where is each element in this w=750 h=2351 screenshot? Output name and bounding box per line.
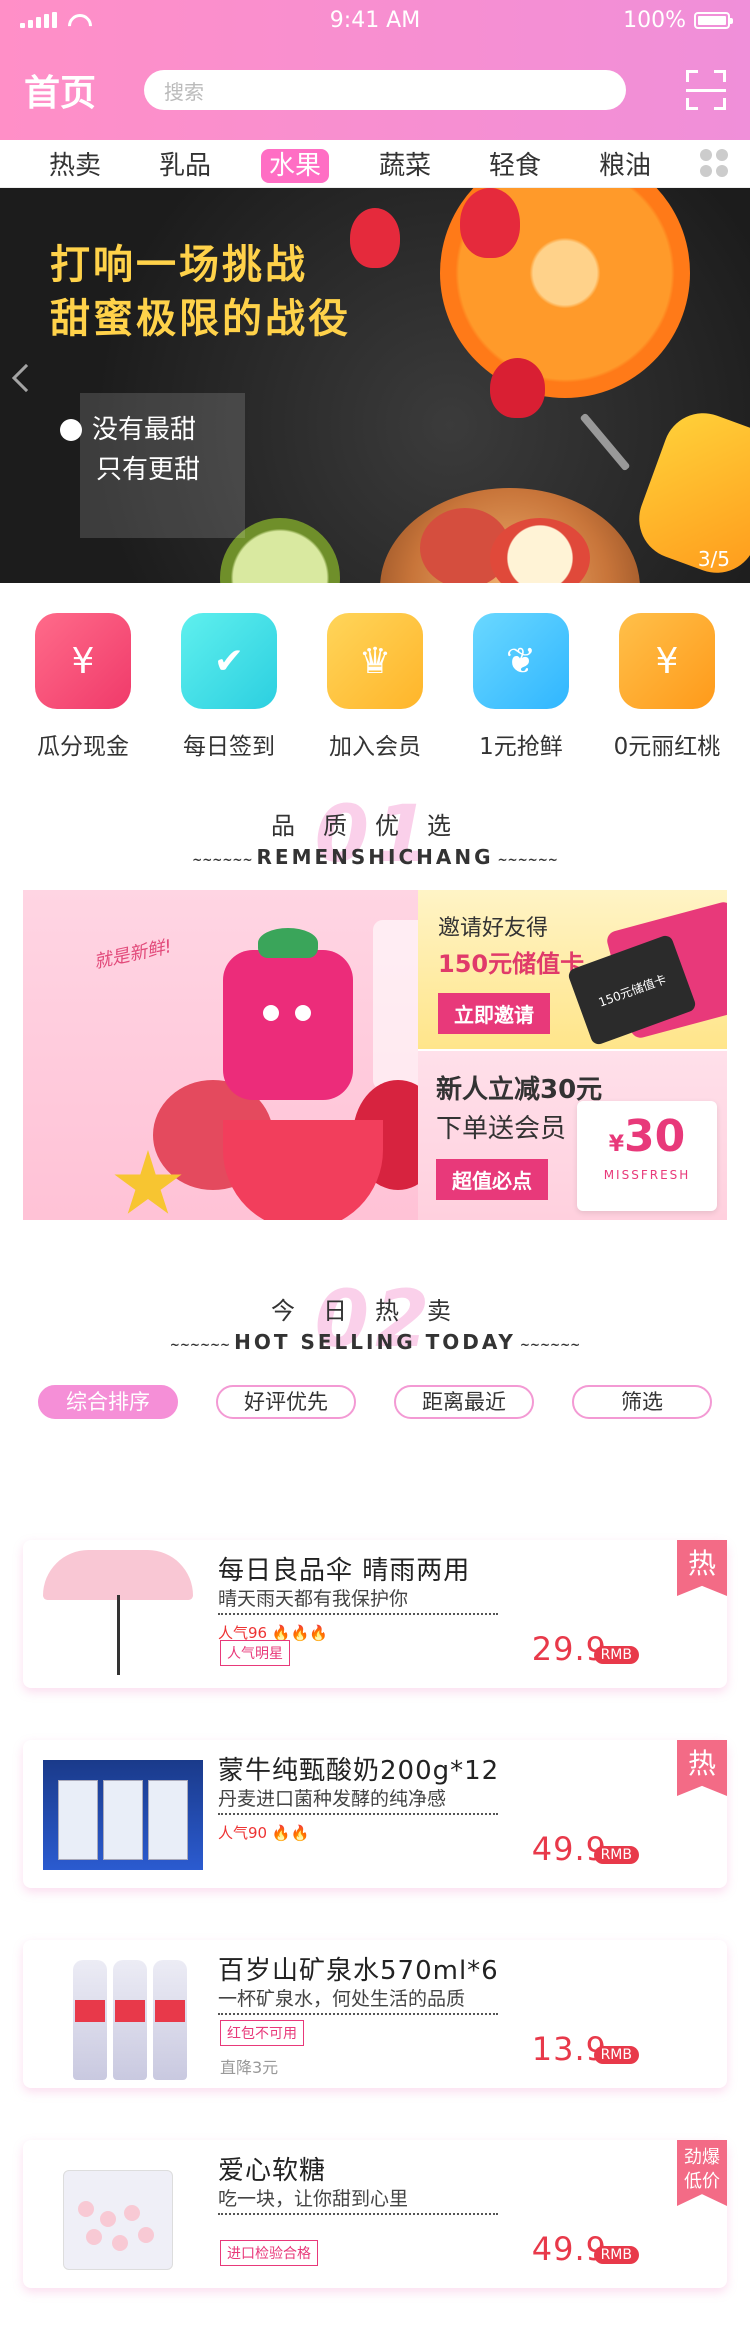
quick-member[interactable]: ♛ 加入会员 <box>310 613 440 783</box>
wifi-icon <box>67 12 89 28</box>
hot-tag: 热 <box>677 1740 727 1796</box>
product-image <box>33 2140 213 2285</box>
quick-entry-grid: ¥ 瓜分现金 ✔ 每日签到 ♛ 加入会员 ❦ 1元抢鲜 ¥ 0元丽红桃 <box>0 583 750 783</box>
product-card[interactable]: 每日良品伞 晴雨两用 晴天雨天都有我保护你 人气96 🔥🔥🔥 人气明星 29.9… <box>23 1540 727 1688</box>
signal-icon <box>20 12 57 28</box>
battery-icon <box>694 11 733 29</box>
banner-prev-icon[interactable] <box>11 363 41 393</box>
product-image <box>33 1540 213 1685</box>
strawberry-mascot <box>223 928 353 1100</box>
status-bar: 9:41 AM 100% <box>0 0 750 40</box>
sort-distance[interactable]: 距离最近 <box>394 1385 534 1419</box>
promo-fresh[interactable]: 就是新鲜! <box>23 890 418 1220</box>
sort-filter-bar: 综合排序 好评优先 距离最近 筛选 <box>38 1385 712 1419</box>
scan-icon[interactable] <box>686 70 726 110</box>
quick-1yuan[interactable]: ❦ 1元抢鲜 <box>456 613 586 783</box>
hot-tag: 热 <box>677 1540 727 1596</box>
calendar-check-icon: ✔ <box>181 613 277 709</box>
search-input[interactable]: 搜索 <box>144 70 626 110</box>
product-image <box>33 1940 213 2085</box>
promo-banner: 就是新鲜! 150元储值卡 邀请好友得 150元储值卡 立即邀请 新人立减30元… <box>23 890 727 1220</box>
promo-new-user[interactable]: 新人立减30元 下单送会员 超值必点 ¥30 MISSFRESH <box>418 1051 727 1220</box>
tab-vegetables[interactable]: 蔬菜 <box>350 145 460 182</box>
sort-rating[interactable]: 好评优先 <box>216 1385 356 1419</box>
filter-button[interactable]: 筛选 <box>572 1385 712 1419</box>
more-categories-icon[interactable] <box>700 148 730 179</box>
product-card[interactable]: 蒙牛纯甄酸奶200g*12 丹麦进口菌种发酵的纯净感 人气90 🔥🔥 49.9 … <box>23 1740 727 1888</box>
apple-icon: ❦ <box>473 613 569 709</box>
tab-light-meal[interactable]: 轻食 <box>460 145 570 182</box>
tab-fruit[interactable]: 水果 <box>240 145 350 183</box>
tab-grain-oil[interactable]: 粮油 <box>570 145 680 182</box>
deal-button[interactable]: 超值必点 <box>436 1159 548 1201</box>
status-time: 9:41 AM <box>329 7 421 33</box>
banner-headline: 打响一场挑战 甜蜜极限的战役 <box>50 242 351 342</box>
quick-cash[interactable]: ¥ 瓜分现金 <box>18 613 148 783</box>
product-badge: 人气明星 <box>220 1640 290 1666</box>
quick-checkin[interactable]: ✔ 每日签到 <box>164 613 294 783</box>
red-envelope-icon: ¥ <box>35 613 131 709</box>
page-title: 首页 <box>24 73 97 114</box>
promo-invite[interactable]: 150元储值卡 邀请好友得 150元储值卡 立即邀请 <box>418 890 727 1050</box>
home-page: 9:41 AM 100% 首页 搜索 热卖 乳品 水果 蔬菜 轻食 粮油 打响一… <box>0 0 750 2351</box>
product-image <box>33 1740 213 1885</box>
tab-dairy[interactable]: 乳品 <box>130 145 240 182</box>
product-card[interactable]: 爱心软糖 吃一块，让你甜到心里 进口检验合格 49.9 RMB 劲爆低价 <box>23 2140 727 2288</box>
navbar: 首页 搜索 <box>0 40 750 140</box>
banner-subtitle: 没有最甜 只有更甜 <box>60 410 200 490</box>
product-card[interactable]: 百岁山矿泉水570ml*6 一杯矿泉水，何处生活的品质 红包不可用 直降3元 1… <box>23 1940 727 2088</box>
coin-icon: ¥ <box>619 613 715 709</box>
banner-pager: 3/5 <box>697 547 730 571</box>
coupon-card: ¥30 MISSFRESH <box>577 1101 717 1212</box>
category-tabs: 热卖 乳品 水果 蔬菜 轻食 粮油 <box>0 140 750 188</box>
battery-percent: 100% <box>623 7 686 33</box>
invite-button[interactable]: 立即邀请 <box>438 993 550 1034</box>
crown-icon: ♛ <box>327 613 423 709</box>
product-badge: 进口检验合格 <box>220 2240 318 2266</box>
smile-icon <box>60 419 82 441</box>
header: 9:41 AM 100% 首页 搜索 <box>0 0 750 140</box>
sort-default[interactable]: 综合排序 <box>38 1385 178 1419</box>
hero-banner[interactable]: 打响一场挑战 甜蜜极限的战役 没有最甜 只有更甜 3/5 <box>0 188 750 583</box>
section-hot-heading: 02 今日热卖 HOT SELLING TODAY <box>0 1275 750 1365</box>
quick-free-peach[interactable]: ¥ 0元丽红桃 <box>602 613 732 783</box>
tab-hot[interactable]: 热卖 <box>20 145 130 182</box>
product-badge: 红包不可用 <box>220 2020 304 2046</box>
low-price-tag: 劲爆低价 <box>677 2140 727 2206</box>
section-quality-heading: 01 品质优选 REMENSHICHANG <box>0 790 750 880</box>
